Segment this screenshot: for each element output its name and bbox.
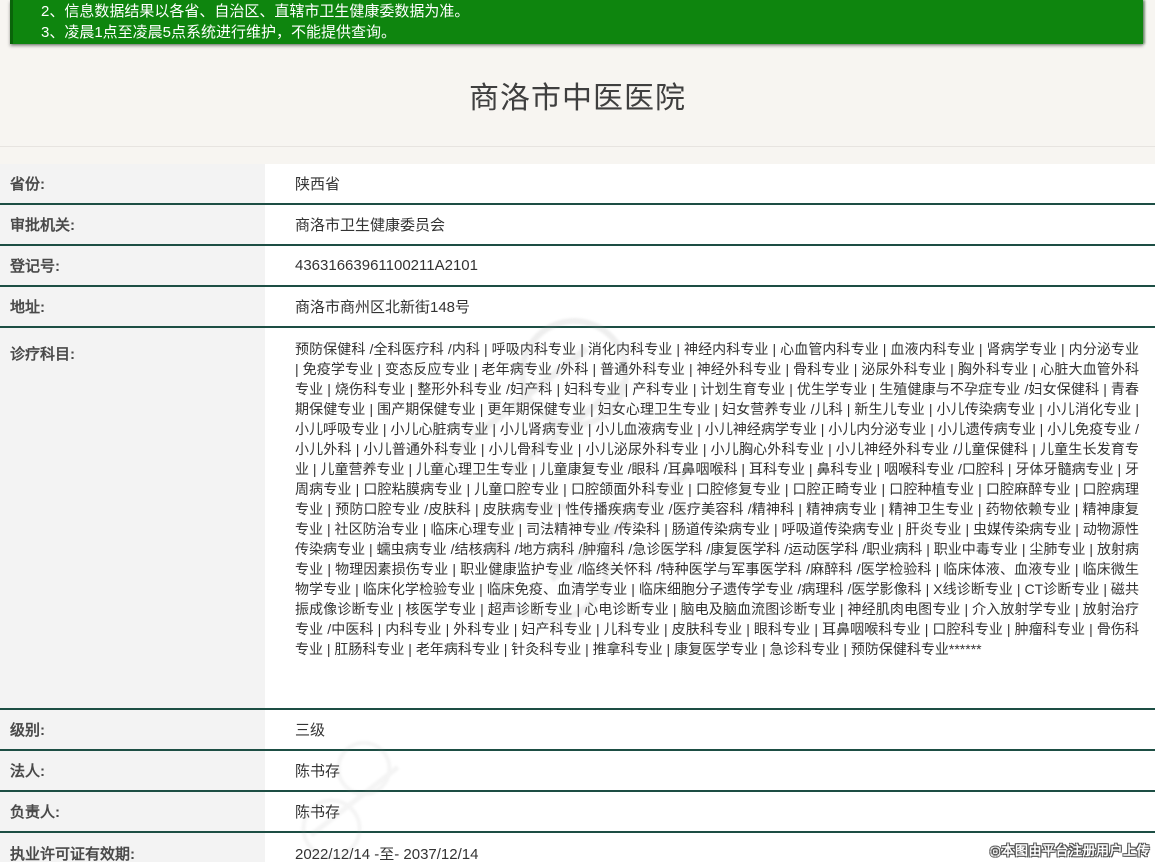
table-row-approval-authority: 审批机关: 商洛市卫生健康委员会 bbox=[0, 205, 1155, 246]
table-row-province: 省份: 陕西省 bbox=[0, 164, 1155, 205]
row-label: 诊疗科目: bbox=[0, 328, 265, 708]
table-row-person-in-charge: 负责人: 陈书存 bbox=[0, 792, 1155, 833]
row-label: 法人: bbox=[0, 751, 265, 790]
page-title: 商洛市中医医院 bbox=[469, 73, 686, 117]
table-row-legal-person: 法人: 陈书存 bbox=[0, 751, 1155, 792]
hospital-info-table: 省份: 陕西省 审批机关: 商洛市卫生健康委员会 登记号: 4363166396… bbox=[0, 164, 1155, 862]
row-value: 商洛市商州区北新街148号 bbox=[265, 296, 1155, 317]
table-row-license-validity: 执业许可证有效期: 2022/12/14 -至- 2037/12/14 bbox=[0, 833, 1155, 862]
row-value: 43631663961100211A2101 bbox=[265, 257, 1155, 274]
row-label: 级别: bbox=[0, 710, 265, 749]
row-value: 预防保健科 /全科医疗科 /内科 | 呼吸内科专业 | 消化内科专业 | 神经内… bbox=[265, 328, 1155, 708]
notice-banner: 2、信息数据结果以各省、自治区、直辖市卫生健康委数据为准。 3、凌晨1点至凌晨5… bbox=[10, 0, 1143, 44]
row-label: 登记号: bbox=[0, 246, 265, 285]
table-row-level: 级别: 三级 bbox=[0, 710, 1155, 751]
notice-line-3: 3、凌晨1点至凌晨5点系统进行维护，不能提供查询。 bbox=[41, 22, 1133, 43]
row-label: 执业许可证有效期: bbox=[0, 833, 265, 862]
table-row-registration-number: 登记号: 43631663961100211A2101 bbox=[0, 246, 1155, 287]
row-value: 商洛市卫生健康委员会 bbox=[265, 214, 1155, 235]
row-label: 省份: bbox=[0, 164, 265, 203]
table-row-address: 地址: 商洛市商州区北新街148号 bbox=[0, 287, 1155, 328]
notice-line-2: 2、信息数据结果以各省、自治区、直辖市卫生健康委数据为准。 bbox=[41, 1, 1133, 22]
row-label: 负责人: bbox=[0, 792, 265, 831]
row-value: 陕西省 bbox=[265, 173, 1155, 194]
photo-credit-watermark: ◎本图由平台注册用户上传 bbox=[990, 840, 1150, 859]
page-header: 商洛市中医医院 bbox=[0, 44, 1155, 146]
row-value: 陈书存 bbox=[265, 760, 1155, 781]
row-label: 审批机关: bbox=[0, 205, 265, 244]
row-value: 陈书存 bbox=[265, 801, 1155, 822]
header-divider bbox=[0, 146, 1155, 147]
table-row-medical-departments: 诊疗科目: 预防保健科 /全科医疗科 /内科 | 呼吸内科专业 | 消化内科专业… bbox=[0, 328, 1155, 710]
row-value: 三级 bbox=[265, 719, 1155, 740]
row-label: 地址: bbox=[0, 287, 265, 326]
